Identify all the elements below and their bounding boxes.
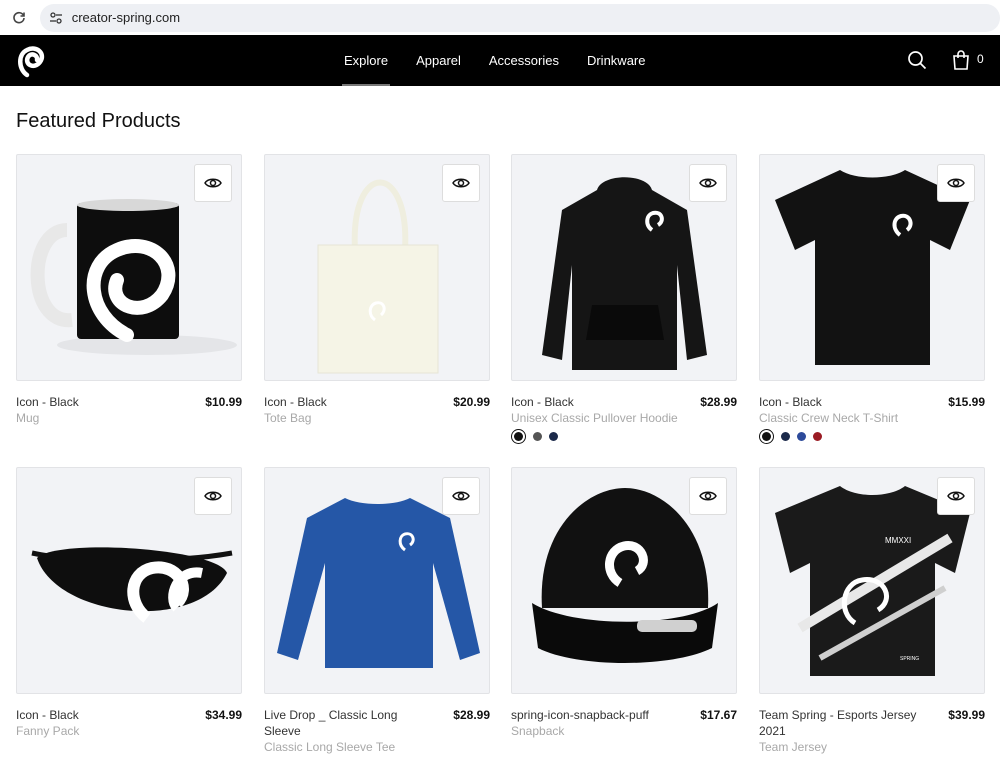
color-swatch[interactable] <box>549 432 558 441</box>
color-swatch[interactable] <box>813 432 822 441</box>
color-swatch[interactable] <box>762 432 771 441</box>
product-title[interactable]: Icon - Black <box>264 394 327 410</box>
quick-view-button[interactable] <box>937 164 975 202</box>
eye-icon <box>947 491 965 501</box>
product-title[interactable]: Team Spring - Esports Jersey 2021 <box>759 707 929 739</box>
quick-view-button[interactable] <box>194 477 232 515</box>
color-swatch[interactable] <box>533 432 542 441</box>
product-price: $28.99 <box>700 395 737 409</box>
eye-icon <box>452 491 470 501</box>
product-title[interactable]: Icon - Black <box>759 394 898 410</box>
color-swatch[interactable] <box>781 432 790 441</box>
product-price: $17.67 <box>700 708 737 722</box>
color-swatch[interactable] <box>514 432 523 441</box>
product-card[interactable]: Icon - Black Unisex Classic Pullover Hoo… <box>511 154 737 441</box>
jersey-brand: SPRING <box>900 656 919 662</box>
quick-view-button[interactable] <box>442 164 480 202</box>
spring-logo[interactable] <box>15 42 49 80</box>
quick-view-button[interactable] <box>689 477 727 515</box>
eye-icon <box>947 178 965 188</box>
jersey-year: MMXXI <box>885 536 911 545</box>
product-price: $15.99 <box>948 395 985 409</box>
nav-drinkware[interactable]: Drinkware <box>587 35 646 86</box>
shopping-bag-icon[interactable] <box>950 49 972 71</box>
product-image[interactable] <box>759 154 985 381</box>
product-card[interactable]: MMXXI SPRING Team Spring - Esports Jerse… <box>759 467 985 755</box>
product-image[interactable] <box>264 467 490 694</box>
product-card[interactable]: Live Drop _ Classic Long Sleeve Classic … <box>264 467 490 755</box>
product-image[interactable] <box>511 154 737 381</box>
product-price: $34.99 <box>205 708 242 722</box>
product-type: Classic Long Sleeve Tee <box>264 740 396 754</box>
eye-icon <box>699 491 717 501</box>
nav-explore[interactable]: Explore <box>341 35 391 86</box>
browser-toolbar: creator-spring.com <box>0 0 1000 35</box>
product-image[interactable] <box>16 154 242 381</box>
product-card[interactable]: spring-icon-snapback-puff Snapback $17.6… <box>511 467 737 739</box>
product-image[interactable]: MMXXI SPRING <box>759 467 985 694</box>
product-price: $39.99 <box>948 708 985 722</box>
main-nav: Explore Apparel Accessories Drinkware <box>330 35 659 86</box>
quick-view-button[interactable] <box>442 477 480 515</box>
product-type: Classic Crew Neck T-Shirt <box>759 411 899 425</box>
address-bar[interactable]: creator-spring.com <box>39 3 1000 32</box>
product-type: Mug <box>16 411 40 425</box>
site-header: Explore Apparel Accessories Drinkware 0 <box>0 35 1000 86</box>
product-type: Fanny Pack <box>16 724 80 738</box>
url-text: creator-spring.com <box>71 10 181 25</box>
nav-apparel[interactable]: Apparel <box>416 35 461 86</box>
page-title: Featured Products <box>16 110 181 132</box>
product-title[interactable]: Icon - Black <box>16 707 79 723</box>
product-type: Tote Bag <box>264 411 312 425</box>
search-icon[interactable] <box>906 49 928 71</box>
product-title[interactable]: Icon - Black <box>511 394 678 410</box>
quick-view-button[interactable] <box>937 477 975 515</box>
quick-view-button[interactable] <box>194 164 232 202</box>
product-price: $20.99 <box>453 395 490 409</box>
product-image[interactable] <box>16 467 242 694</box>
product-type: Snapback <box>511 724 565 738</box>
eye-icon <box>204 178 222 188</box>
product-image[interactable] <box>511 467 737 694</box>
product-card[interactable]: Icon - Black Classic Crew Neck T-Shirt $… <box>759 154 985 441</box>
product-price: $10.99 <box>205 395 242 409</box>
product-title[interactable]: Live Drop _ Classic Long Sleeve <box>264 707 434 739</box>
site-settings-icon[interactable] <box>48 10 64 26</box>
product-card[interactable]: Icon - Black Fanny Pack $34.99 <box>16 467 242 739</box>
eye-icon <box>452 178 470 188</box>
product-image[interactable] <box>264 154 490 381</box>
product-card[interactable]: Icon - Black Tote Bag $20.99 <box>264 154 490 426</box>
quick-view-button[interactable] <box>689 164 727 202</box>
product-type: Team Jersey <box>759 740 828 754</box>
product-title[interactable]: spring-icon-snapback-puff <box>511 707 649 723</box>
cart-count: 0 <box>977 52 984 66</box>
product-type: Unisex Classic Pullover Hoodie <box>511 411 678 425</box>
color-swatches <box>511 432 737 441</box>
product-title[interactable]: Icon - Black <box>16 394 79 410</box>
eye-icon <box>699 178 717 188</box>
eye-icon <box>204 491 222 501</box>
color-swatch[interactable] <box>797 432 806 441</box>
product-card[interactable]: Icon - Black Mug $10.99 <box>16 154 242 426</box>
nav-accessories[interactable]: Accessories <box>489 35 559 86</box>
product-price: $28.99 <box>453 708 490 722</box>
reload-icon[interactable] <box>10 9 28 27</box>
color-swatches <box>759 432 985 441</box>
